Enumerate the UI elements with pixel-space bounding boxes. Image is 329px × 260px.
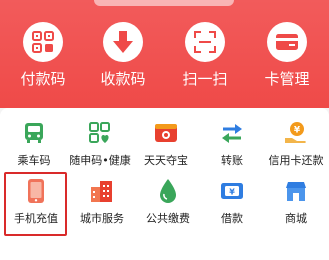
service-health-code[interactable]: 随申码•健康 (67, 120, 133, 184)
payment-code-label: 付款码 (20, 70, 66, 88)
card-icon (267, 22, 307, 62)
svg-text:¥: ¥ (294, 126, 301, 136)
service-mall[interactable]: 商城 (263, 178, 329, 242)
scan-icon (185, 22, 225, 62)
receive-arrow-icon (103, 22, 143, 62)
health-qr-icon (87, 120, 113, 146)
scan-button[interactable]: 扫一扫 (164, 22, 246, 100)
transfer-icon (219, 120, 245, 146)
card-management-button[interactable]: 卡管理 (246, 22, 328, 100)
treasure-icon (153, 120, 179, 146)
highlight-box (4, 172, 67, 236)
receive-code-button[interactable]: 收款码 (82, 22, 164, 100)
service-loan[interactable]: ¥ 借款 (199, 178, 265, 242)
service-label: 城市服务 (80, 212, 124, 225)
service-label: 公共缴费 (146, 212, 190, 225)
service-label: 天天夺宝 (144, 154, 188, 167)
scan-label: 扫一扫 (182, 70, 228, 88)
credit-repay-icon: ¥ (283, 120, 309, 146)
service-label: 商城 (285, 212, 307, 225)
bus-icon (21, 120, 47, 146)
svg-text:¥: ¥ (229, 188, 235, 197)
card-management-label: 卡管理 (264, 70, 310, 88)
service-label: 转账 (221, 154, 243, 167)
service-label: 随申码•健康 (69, 154, 131, 167)
service-city[interactable]: 城市服务 (69, 178, 135, 242)
payment-code-button[interactable]: 付款码 (2, 22, 84, 100)
service-label: 乘车码 (17, 154, 51, 167)
payment-qr-icon (23, 22, 63, 62)
service-credit-repay[interactable]: ¥ 信用卡还款 (263, 120, 329, 184)
loan-icon: ¥ (219, 178, 245, 204)
top-search-bar-edge (94, 0, 234, 6)
service-daily-treasure[interactable]: 天天夺宝 (133, 120, 199, 184)
service-transfer[interactable]: 转账 (199, 120, 265, 184)
service-label: 信用卡还款 (268, 154, 324, 167)
top-actions-panel: 付款码 收款码 扫一扫 卡管理 (0, 0, 329, 108)
service-label: 借款 (221, 212, 243, 225)
receive-code-label: 收款码 (100, 70, 146, 88)
mall-icon (283, 178, 309, 204)
city-icon (89, 178, 115, 204)
drop-icon (155, 178, 181, 204)
service-utilities[interactable]: 公共缴费 (135, 178, 201, 242)
